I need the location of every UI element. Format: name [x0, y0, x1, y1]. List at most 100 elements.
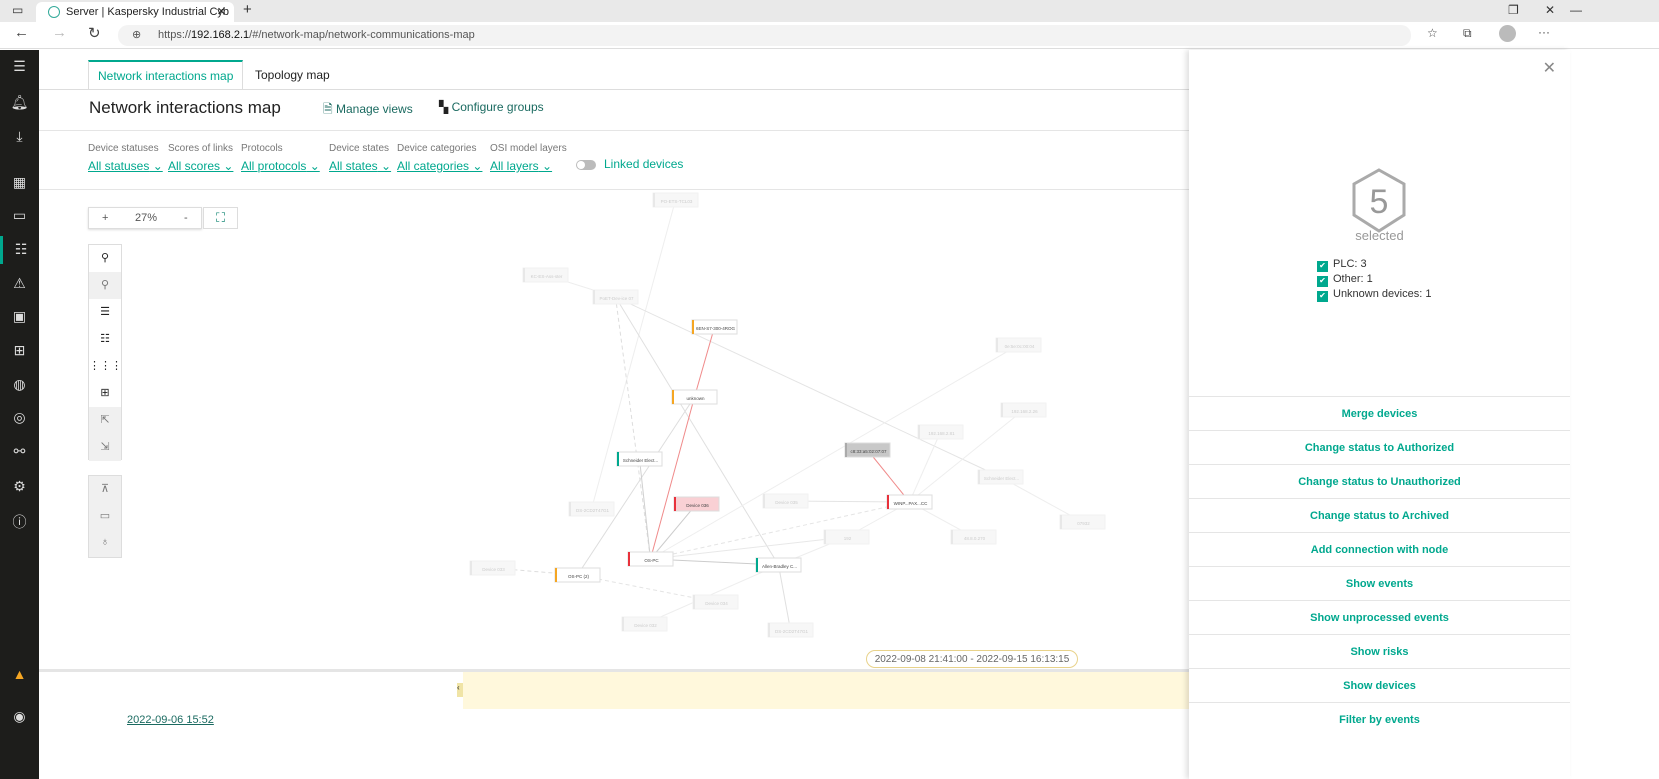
category-checkbox-unknown[interactable]: ✔ Unknown devices: 1 [1317, 288, 1431, 302]
map-link [909, 409, 1024, 503]
map-node[interactable]: 6EN-S7-300-4ROG [691, 319, 738, 335]
layout-hierarchy-selected-icon[interactable]: ☷ [89, 326, 121, 353]
network-map[interactable]: PO-ETS-TCL03 KC-ES-Ass-ster PoET-Dev-ice 0… [0, 0, 1189, 670]
hierarchy-icon[interactable]: ⊼ [89, 476, 121, 503]
unpin-icon[interactable]: ⚲ [89, 272, 121, 299]
node-status-bar [622, 617, 624, 631]
map-node[interactable]: DS-2CD2T47G1 [568, 501, 615, 517]
map-node[interactable]: WINP...PAX...CC [886, 494, 933, 510]
map-node[interactable]: Device 035 [762, 493, 809, 509]
layout-grid-icon[interactable]: ⋮⋮⋮ [89, 353, 122, 380]
map-node[interactable]: unknown [671, 389, 718, 405]
map-link [615, 296, 1001, 478]
node-status-bar [763, 494, 765, 508]
map-node[interactable]: 192.168.2.26 [1000, 402, 1047, 418]
close-window-icon[interactable]: ✕ [1545, 3, 1555, 17]
node-label: OS-PC (2) [568, 574, 590, 579]
expand-icon[interactable]: ⇱ [89, 407, 121, 434]
layout-hierarchy-icon[interactable]: ☰ [89, 299, 121, 326]
node-label: Device 032 [634, 623, 657, 628]
map-link [694, 326, 715, 398]
devices-icon[interactable]: ▭ [89, 503, 121, 530]
zoom-in-button[interactable]: + [102, 212, 108, 224]
map-node[interactable]: 192.168.2.81 [917, 424, 964, 440]
node-status-bar [978, 470, 980, 484]
archive-button[interactable]: Change status to Archived [1189, 498, 1570, 532]
map-node[interactable]: Schneider Elect... [977, 469, 1024, 485]
node-status-bar [674, 497, 676, 511]
map-node[interactable]: 07932 [1059, 514, 1106, 530]
authorize-button[interactable]: Change status to Authorized [1189, 430, 1570, 464]
node-label: Device 034 [705, 601, 728, 606]
map-link [615, 296, 651, 560]
map-node[interactable]: 48.8.0.270 [950, 529, 997, 545]
checkbox-icon: ✔ [1317, 291, 1328, 302]
node-label: unknown [686, 396, 705, 401]
pin-icon[interactable]: ⚲ [89, 245, 121, 272]
node-label: DS-2CD2T47G1 [576, 508, 610, 513]
map-node[interactable]: Device 034 [692, 594, 739, 610]
fit-to-screen-icon[interactable]: ⛶ [203, 207, 238, 229]
map-node[interactable]: c8:33:a5:02:07:07 [844, 442, 891, 458]
unauthorize-button[interactable]: Change status to Unauthorized [1189, 464, 1570, 498]
node-label: Schneider Elect... [623, 458, 658, 463]
restore-icon[interactable]: ❐ [1508, 3, 1519, 17]
node-status-bar [918, 425, 920, 439]
show-events-button[interactable]: Show events [1189, 566, 1570, 600]
layout-grid-selected-icon[interactable]: ⊞ [89, 380, 121, 407]
selected-count: 5 [1370, 183, 1389, 221]
merge-devices-button[interactable]: Merge devices [1189, 396, 1570, 430]
category-checkbox-other[interactable]: ✔ Other: 1 [1317, 273, 1373, 287]
node-label: Device 035 [775, 500, 798, 505]
map-node[interactable]: Allen-Bradley C... [755, 557, 802, 573]
map-link [639, 458, 651, 560]
map-node[interactable]: Device 033 [469, 560, 516, 576]
show-devices-button[interactable]: Show devices [1189, 668, 1570, 702]
timeline-start-date[interactable]: 2022-09-06 15:52 [127, 714, 214, 726]
user-icon[interactable]: ◉ [0, 708, 39, 725]
lightbulb-icon[interactable]: ♁ [89, 530, 121, 557]
filter-by-events-button[interactable]: Filter by events [1189, 702, 1570, 736]
node-label: PoET-Dev-ice 07 [599, 296, 634, 301]
map-node[interactable]: OS-PC [627, 551, 674, 567]
period-badge[interactable]: 2022-09-08 21:41:00 - 2022-09-15 16:13:1… [866, 650, 1078, 668]
map-node[interactable]: Device 032 [621, 616, 668, 632]
map-node[interactable]: KC-ES-Ass-ster [522, 267, 569, 283]
minimize-icon[interactable]: — [1570, 3, 1582, 17]
zoom-out-button[interactable]: - [184, 212, 188, 224]
collections-icon[interactable]: ⧉ [1463, 26, 1472, 41]
map-node[interactable]: DS-2CD2T47G1 [767, 622, 814, 638]
map-node[interactable]: Schneider Elect... [616, 451, 663, 467]
checkbox-icon: ✔ [1317, 261, 1328, 272]
node-label: Device 033 [482, 567, 505, 572]
map-node[interactable]: 192 [823, 529, 870, 545]
map-link [909, 431, 941, 503]
timeline-selected-range[interactable] [463, 672, 1189, 709]
add-connection-button[interactable]: Add connection with node [1189, 532, 1570, 566]
map-node[interactable]: PoET-Dev-ice 07 [592, 289, 639, 305]
node-status-bar [951, 530, 953, 544]
node-status-bar [617, 452, 619, 466]
category-checkbox-plc[interactable]: ✔ PLC: 3 [1317, 258, 1367, 272]
node-status-bar [569, 502, 571, 516]
favorites-icon[interactable]: ☆ [1427, 26, 1438, 40]
map-link [577, 396, 695, 576]
collapse-icon[interactable]: ⇲ [89, 434, 121, 461]
node-status-bar [887, 495, 889, 509]
node-label: Device 036 [686, 503, 709, 508]
close-icon[interactable]: ✕ [1543, 58, 1556, 78]
map-node[interactable]: PO-ETS-TCL03 [652, 192, 699, 208]
node-status-bar [470, 561, 472, 575]
more-icon[interactable]: ··· [1538, 25, 1550, 39]
map-node[interactable]: OS-PC (2) [554, 567, 601, 583]
node-status-bar [523, 268, 525, 282]
show-risks-button[interactable]: Show risks [1189, 634, 1570, 668]
profile-avatar[interactable] [1499, 25, 1516, 42]
map-link [650, 536, 847, 560]
show-unprocessed-events-button[interactable]: Show unprocessed events [1189, 600, 1570, 634]
node-label: PO-ETS-TCL03 [661, 199, 693, 204]
node-status-bar [756, 558, 758, 572]
timeline-handle[interactable]: ‹ [457, 683, 463, 697]
map-node[interactable]: 0e:5e:0c:00:04 [995, 337, 1042, 353]
map-node[interactable]: Device 036 [673, 496, 720, 512]
